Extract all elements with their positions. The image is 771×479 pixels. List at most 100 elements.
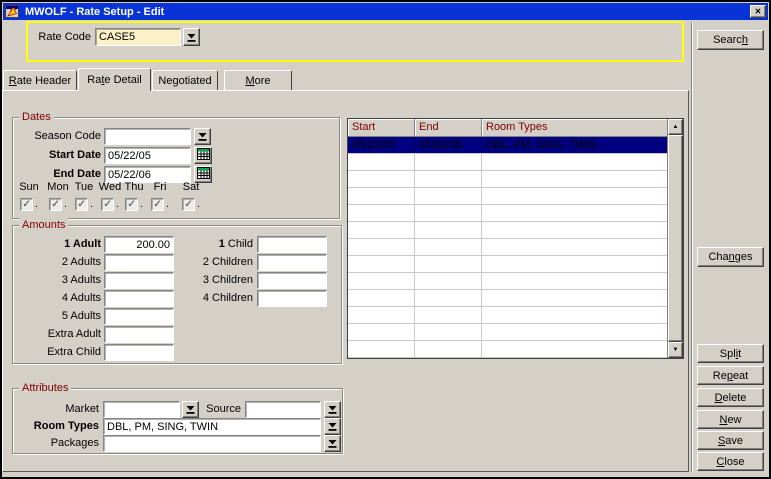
table-header-row: Start End Room Types — [348, 119, 667, 137]
calendar-icon — [197, 167, 210, 182]
day-label: Fri — [146, 181, 174, 196]
rate-code-frame: Rate Code — [26, 21, 684, 62]
split-button[interactable]: Split — [697, 344, 764, 363]
start-date-calendar-button[interactable] — [194, 147, 212, 164]
lov-down-arrow-icon — [187, 30, 196, 45]
room-types-lov-button[interactable] — [324, 418, 341, 435]
day-checkbox-sun[interactable]: ✓ — [20, 198, 33, 211]
market-label: Market — [15, 401, 99, 418]
table-row[interactable] — [348, 307, 667, 324]
table-row[interactable] — [348, 171, 667, 188]
table-header-start: Start — [348, 119, 415, 137]
day-column-thu: Thu✓. — [120, 181, 148, 211]
new-button[interactable]: New — [697, 410, 764, 429]
table-row[interactable] — [348, 341, 667, 358]
table-row-selected[interactable]: 05/22/05 05/22/06 DBL, PM, SING, TWIN — [348, 137, 667, 154]
lov-down-arrow-icon — [328, 419, 337, 434]
rate-code-lov-button[interactable] — [183, 28, 200, 46]
amount-input-4-children[interactable] — [257, 290, 327, 307]
table-row[interactable] — [348, 188, 667, 205]
rate-setup-window: MWOLF - Rate Setup - Edit ✕ Rate Code Ra… — [0, 0, 771, 479]
day-checkbox-tue[interactable]: ✓ — [75, 198, 88, 211]
season-code-input[interactable] — [104, 128, 191, 145]
scroll-thumb[interactable] — [668, 135, 683, 342]
packages-label: Packages — [15, 435, 99, 452]
table-row[interactable] — [348, 222, 667, 239]
room-types-input[interactable] — [103, 418, 321, 435]
amount-input-extra-child[interactable] — [104, 344, 174, 361]
tab-more[interactable]: More — [224, 70, 292, 90]
amount-label-5-adults: 5 Adults — [15, 308, 101, 325]
table-row[interactable] — [348, 154, 667, 171]
amount-input-extra-adult[interactable] — [104, 326, 174, 343]
table-row[interactable] — [348, 273, 667, 290]
day-label: Tue — [70, 181, 98, 196]
amount-input-3-children[interactable] — [257, 272, 327, 289]
scroll-down-button[interactable]: ▼ — [668, 342, 683, 358]
start-date-input[interactable] — [104, 147, 191, 164]
scroll-up-button[interactable]: ▲ — [668, 119, 683, 135]
day-checkbox-fri[interactable]: ✓ — [151, 198, 164, 211]
room-types-label: Room Types — [15, 418, 99, 435]
season-code-lov-button[interactable] — [194, 128, 211, 145]
day-label: Mon — [44, 181, 72, 196]
delete-button[interactable]: Delete — [697, 388, 764, 407]
lov-down-arrow-icon — [328, 402, 337, 417]
packages-lov-button[interactable] — [324, 435, 341, 452]
tab-negotiated[interactable]: Negotiated — [152, 70, 218, 90]
lov-down-arrow-icon — [186, 402, 195, 417]
day-column-sat: Sat✓. — [177, 181, 205, 211]
close-button[interactable]: Close — [697, 452, 764, 471]
packages-input[interactable] — [103, 435, 321, 452]
save-button[interactable]: Save — [697, 431, 764, 450]
amount-label-2-adults: 2 Adults — [15, 254, 101, 271]
tab-rate-header[interactable]: Rate Header — [3, 70, 77, 90]
attributes-group: Attributes Market Source Room Types Pack… — [12, 388, 343, 454]
day-checkbox-mon[interactable]: ✓ — [49, 198, 62, 211]
dates-group-title: Dates — [19, 110, 54, 124]
changes-button[interactable]: Changes — [697, 247, 764, 267]
rate-code-input[interactable] — [95, 28, 181, 46]
day-checkbox-sat[interactable]: ✓ — [182, 198, 195, 211]
table-scrollbar: ▲ ▼ — [667, 119, 683, 358]
lov-down-arrow-icon — [328, 436, 337, 451]
calendar-icon — [197, 148, 210, 163]
close-icon: ✕ — [755, 8, 762, 16]
search-button[interactable]: Search — [697, 30, 764, 50]
market-input[interactable] — [103, 401, 180, 418]
day-label: Thu — [120, 181, 148, 196]
window-title: MWOLF - Rate Setup - Edit — [25, 6, 164, 18]
amounts-group-title: Amounts — [19, 218, 68, 232]
table-row[interactable] — [348, 205, 667, 222]
day-checkbox-wed[interactable]: ✓ — [101, 198, 114, 211]
amount-label-3-children: 3 Children — [123, 272, 253, 289]
repeat-button[interactable]: Repeat — [697, 366, 764, 385]
day-checkbox-thu[interactable]: ✓ — [125, 198, 138, 211]
day-column-tue: Tue✓. — [70, 181, 98, 211]
amount-label-4-children: 4 Children — [123, 290, 253, 307]
titlebar: MWOLF - Rate Setup - Edit ✕ — [3, 3, 768, 20]
tab-rate-detail[interactable]: Rate Detail — [78, 68, 151, 91]
table-row[interactable] — [348, 290, 667, 307]
table-row[interactable] — [348, 239, 667, 256]
table-header-room-types: Room Types — [482, 119, 667, 137]
amount-label-extra-adult: Extra Adult — [15, 326, 101, 343]
day-label: Sun — [15, 181, 43, 196]
amount-label-3-adults: 3 Adults — [15, 272, 101, 289]
table-row[interactable] — [348, 256, 667, 273]
table-row[interactable] — [348, 324, 667, 341]
source-input[interactable] — [245, 401, 321, 418]
amount-label-1-child: 1 Child — [123, 236, 253, 253]
source-lov-button[interactable] — [324, 401, 341, 418]
day-column-mon: Mon✓. — [44, 181, 72, 211]
rates-table: Start End Room Types 05/22/05 05/22/06 D… — [347, 118, 684, 359]
amount-input-1-child[interactable] — [257, 236, 327, 253]
amount-input-2-children[interactable] — [257, 254, 327, 271]
amount-label-extra-child: Extra Child — [15, 344, 101, 361]
titlebar-close-button[interactable]: ✕ — [750, 5, 766, 18]
amount-input-5-adults[interactable] — [104, 308, 174, 325]
scroll-down-icon: ▼ — [673, 347, 679, 353]
check-icon: ✓ — [153, 200, 161, 210]
market-lov-button[interactable] — [182, 401, 199, 418]
start-date-label: Start Date — [15, 147, 101, 164]
